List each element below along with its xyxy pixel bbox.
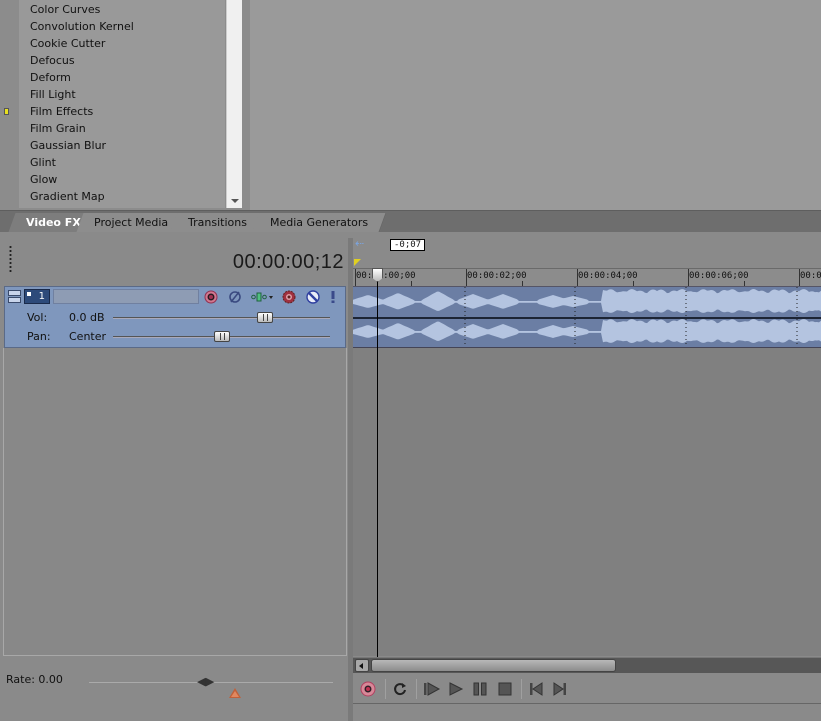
pan-value: Center — [69, 330, 107, 343]
record-button[interactable] — [359, 680, 377, 698]
favorite-marker-icon — [4, 108, 9, 115]
separator — [385, 679, 386, 699]
ruler-label: 00:00:08;00 — [800, 271, 821, 281]
play-button[interactable] — [447, 680, 465, 698]
tab-project-media[interactable]: Project Media — [76, 213, 187, 232]
cursor-position-flag: -0;07 — [390, 239, 426, 251]
fx-list-item[interactable]: Glow — [30, 171, 57, 188]
window-docking-tabs: Video FX Project Media Transitions Media Ge… — [0, 210, 821, 232]
volume-label: Vol: — [27, 311, 48, 324]
fx-list-item[interactable]: Defocus — [30, 52, 75, 69]
fx-preview-area — [250, 0, 821, 210]
timecode-display: 00:00:00;12 — [232, 251, 344, 273]
play-from-start-button[interactable] — [423, 680, 441, 698]
fx-list-item[interactable]: Film Grain — [30, 120, 86, 137]
tab-label: Project Media — [94, 216, 169, 229]
scrollbar-thumb[interactable] — [371, 659, 616, 672]
playback-rate-slider[interactable] — [89, 682, 333, 683]
transport-bar — [353, 674, 821, 704]
scroll-left-icon[interactable] — [355, 659, 369, 672]
rate-center-marker-icon — [229, 688, 241, 698]
separator — [521, 679, 522, 699]
next-frame-button[interactable] — [551, 680, 569, 698]
playhead-cursor[interactable] — [377, 268, 378, 658]
tab-label: Video FX — [26, 216, 81, 229]
fx-list-item[interactable]: Gradient Map — [30, 188, 105, 205]
pause-button[interactable] — [471, 680, 489, 698]
tab-transitions[interactable]: Transitions — [170, 213, 266, 232]
pan-slider-thumb[interactable] — [213, 331, 230, 342]
time-ruler[interactable]: 00:00:00;00 00:00:02;00 00:00:04;00 00:00:0… — [353, 268, 821, 286]
volume-slider-thumb[interactable] — [256, 312, 273, 323]
stop-button[interactable] — [496, 680, 514, 698]
volume-value: 0.0 dB — [69, 311, 105, 324]
ruler-label: 00:00:06;00 — [689, 271, 749, 281]
fx-list-item[interactable]: Cookie Cutter — [30, 35, 105, 52]
separator — [416, 679, 417, 699]
fx-list-item[interactable]: Fill Light — [30, 86, 76, 103]
channel-divider — [353, 317, 821, 319]
loop-region-arrow-icon[interactable]: ⇠ — [355, 238, 364, 249]
pan-label: Pan: — [27, 330, 51, 343]
solo-icon[interactable] — [329, 290, 337, 304]
fx-list-item[interactable]: Convolution Kernel — [30, 18, 134, 35]
minimize-track-icon[interactable] — [8, 290, 21, 304]
track-fx-icon[interactable] — [282, 290, 296, 304]
fx-list-item[interactable]: Film Effects — [30, 103, 93, 120]
fx-list-item[interactable]: Deform — [30, 69, 71, 86]
drag-grip-icon[interactable] — [9, 245, 12, 273]
scroll-down-icon[interactable] — [231, 199, 239, 203]
track-list-header: 00:00:00;12 — [0, 238, 348, 284]
project-start-marker-icon[interactable] — [354, 259, 361, 266]
track-name-field[interactable] — [53, 289, 199, 304]
invert-phase-icon[interactable] — [228, 290, 242, 304]
track-number[interactable]: 1 — [24, 289, 50, 304]
timeline-horizontal-scrollbar[interactable] — [353, 657, 821, 673]
audio-track-header[interactable]: 1 Vol: 0.0 dB Pan: Center — [4, 286, 346, 348]
playback-rate-label: Rate: 0.00 — [6, 673, 63, 686]
audio-event[interactable] — [353, 286, 821, 348]
playback-rate-thumb[interactable]: ◀◆▶ — [197, 675, 215, 688]
waveform-channel — [353, 319, 821, 343]
ruler-label: 00:00:00;00 — [356, 271, 416, 281]
waveform-channel — [353, 289, 821, 313]
fx-list-item[interactable]: Glint — [30, 154, 56, 171]
fx-browser-panel: Color Curves Convolution Kernel Cookie Cut… — [0, 0, 250, 210]
loop-playback-button[interactable] — [391, 680, 409, 698]
fx-list-item[interactable]: Gaussian Blur — [30, 137, 106, 154]
volume-slider-track[interactable] — [113, 317, 330, 319]
ruler-label: 00:00:04;00 — [578, 271, 638, 281]
timeline-empty-area[interactable] — [353, 348, 821, 656]
fx-list[interactable]: Color Curves Convolution Kernel Cookie Cut… — [19, 0, 225, 208]
fx-list-item[interactable]: Color Curves — [30, 1, 100, 18]
track-list-empty-area[interactable] — [3, 348, 347, 656]
arm-record-icon[interactable] — [204, 290, 218, 304]
fx-list-scrollbar[interactable] — [226, 0, 242, 208]
automation-settings-icon[interactable] — [251, 290, 275, 304]
ruler-label: 00:00:02;00 — [467, 271, 527, 281]
tab-media-generators[interactable]: Media Generators — [252, 213, 387, 232]
tab-label: Media Generators — [270, 216, 369, 229]
tab-label: Transitions — [188, 216, 247, 229]
previous-frame-button[interactable] — [527, 680, 545, 698]
mute-icon[interactable] — [306, 290, 320, 304]
